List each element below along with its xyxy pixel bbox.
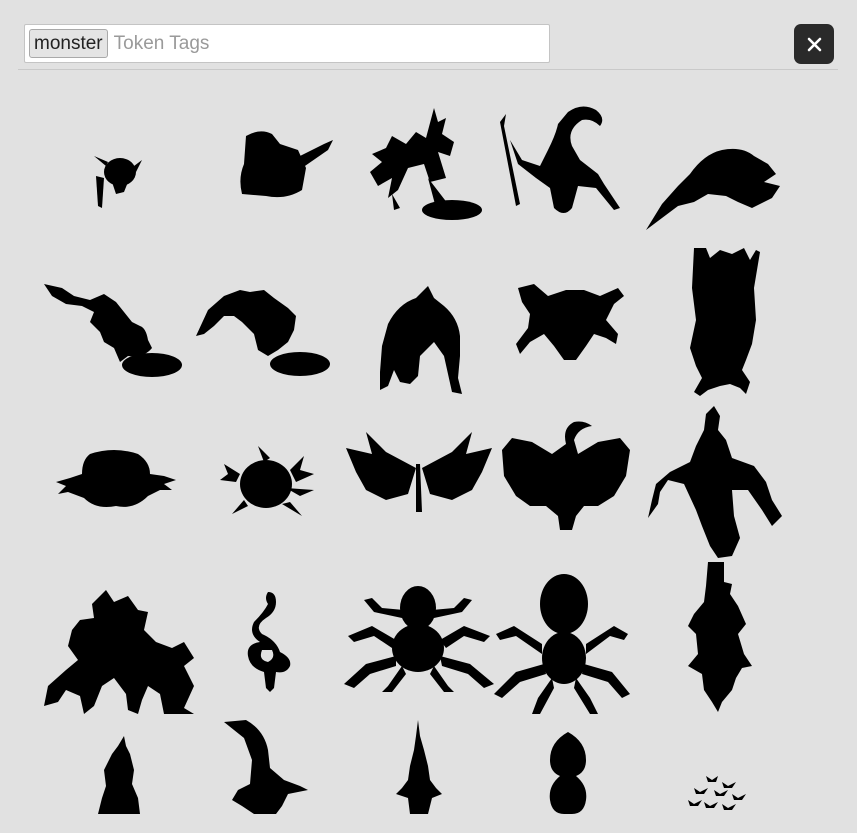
hunched-troll-icon xyxy=(380,286,462,394)
token-thorny-treant[interactable] xyxy=(44,590,194,714)
tag-search-field[interactable]: monster xyxy=(24,24,550,63)
token-ghoul-crawling-right[interactable] xyxy=(194,286,332,378)
tag-search-input[interactable] xyxy=(113,28,549,59)
token-bat-dragon[interactable] xyxy=(502,420,630,530)
giant-frog-icon xyxy=(516,284,624,360)
ghoul-crawling-left-icon xyxy=(44,284,182,377)
lizardfolk-with-spear-icon xyxy=(500,106,620,213)
token-giant-spider[interactable] xyxy=(344,582,494,692)
tag-filter-bar: monster xyxy=(18,0,838,70)
tentacled-ooze-icon xyxy=(220,446,314,516)
close-button[interactable] xyxy=(794,24,834,64)
coiled-serpent-icon xyxy=(247,592,291,692)
token-spiked-beast-on-base[interactable] xyxy=(368,108,484,222)
blob-creature-icon xyxy=(56,450,176,507)
token-bat-swarm[interactable] xyxy=(686,774,748,812)
ghoul-crawling-right-icon xyxy=(196,290,330,376)
hooded-creature-icon xyxy=(98,736,140,814)
spiked-beast-on-base-icon xyxy=(370,108,482,220)
token-grid xyxy=(0,0,857,833)
token-dragon-lizard-top-down[interactable] xyxy=(648,406,782,558)
token-ghoul-crawling-left[interactable] xyxy=(44,282,182,378)
egg-sac-icon xyxy=(549,732,587,814)
token-hooded-creature[interactable] xyxy=(98,736,140,816)
token-crouching-ogre-with-club[interactable] xyxy=(236,128,334,200)
token-giant-tick-spider[interactable] xyxy=(494,574,630,714)
bat-swarm-icon xyxy=(688,776,746,810)
token-long-lizard-top-down[interactable] xyxy=(686,562,752,712)
winged-drake-swooping-icon xyxy=(646,148,780,230)
thorny-treant-icon xyxy=(44,590,194,714)
giant-spider-icon xyxy=(344,586,494,692)
token-giant-moth[interactable] xyxy=(346,428,492,512)
hanging-ape-icon xyxy=(690,248,760,396)
token-coiled-serpent[interactable] xyxy=(246,592,294,692)
token-lizardfolk-with-spear[interactable] xyxy=(496,104,630,216)
close-icon xyxy=(807,37,821,51)
giant-moth-icon xyxy=(346,432,492,512)
token-goblin-with-dagger[interactable] xyxy=(88,148,144,210)
token-spiked-tower-creature[interactable] xyxy=(396,720,442,816)
tag-chip-monster[interactable]: monster xyxy=(29,29,108,58)
token-winged-drake-swooping[interactable] xyxy=(642,146,782,232)
long-lizard-top-down-icon xyxy=(688,562,752,712)
token-egg-sac[interactable] xyxy=(546,732,590,816)
token-shark-fin[interactable] xyxy=(224,720,308,816)
token-hunched-troll[interactable] xyxy=(378,286,462,396)
token-giant-frog[interactable] xyxy=(514,284,626,364)
dragon-lizard-top-down-icon xyxy=(648,406,782,558)
bat-dragon-icon xyxy=(502,421,630,530)
shark-fin-icon xyxy=(224,720,308,814)
token-hanging-ape[interactable] xyxy=(686,248,764,400)
token-blob-creature[interactable] xyxy=(54,448,176,510)
crouching-ogre-with-club-icon xyxy=(240,131,333,198)
goblin-with-dagger-icon xyxy=(94,156,142,208)
giant-tick-spider-icon xyxy=(494,574,630,714)
spiked-tower-creature-icon xyxy=(396,720,442,814)
token-tentacled-ooze[interactable] xyxy=(220,444,316,520)
